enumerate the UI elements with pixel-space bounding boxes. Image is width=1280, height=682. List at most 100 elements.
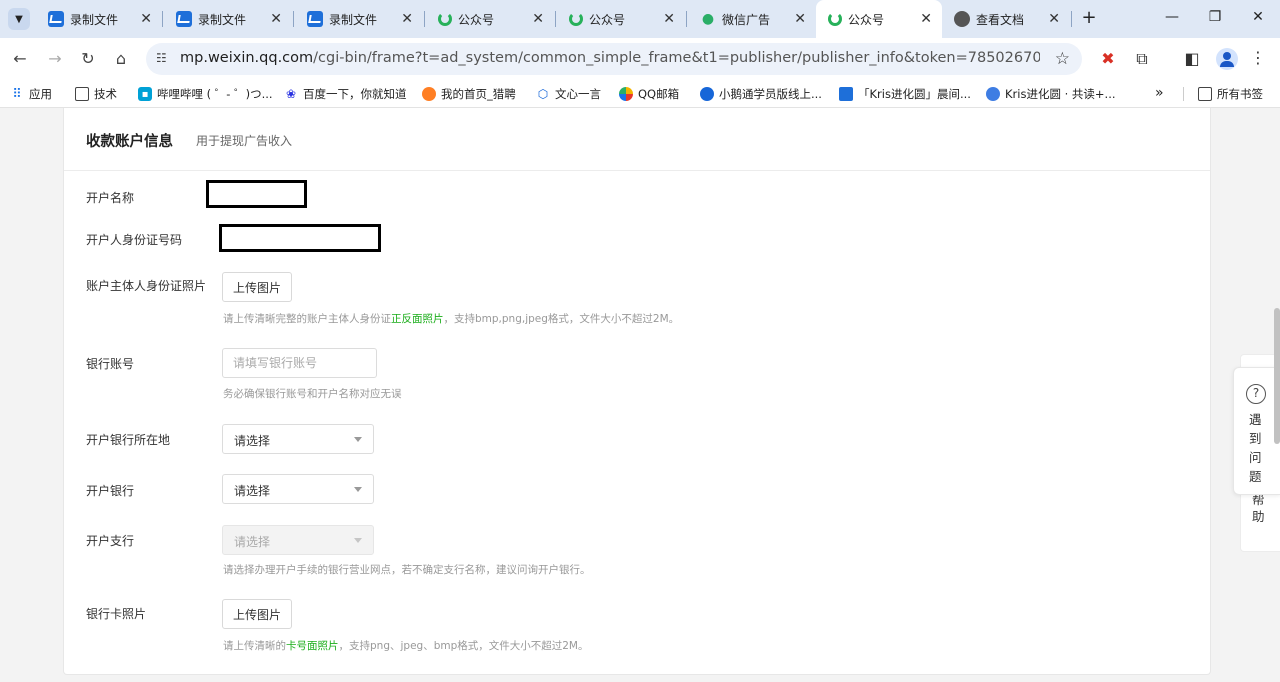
bookmarks-overflow-icon[interactable]: » (1155, 85, 1164, 101)
bilibili-icon: ▪ (138, 87, 152, 101)
bank-account-input[interactable] (222, 348, 377, 378)
bookmark-apps[interactable]: ⠿ 应用 (10, 86, 52, 102)
tab-close-icon[interactable]: ✕ (532, 11, 544, 27)
folder-icon (75, 87, 89, 101)
forward-arrow-icon[interactable]: → (45, 49, 65, 69)
tab-7-active[interactable]: 公众号 ✕ (816, 0, 942, 38)
more-menu-icon[interactable]: ⋮ (1250, 48, 1266, 67)
extension-pinwheel-icon[interactable]: ✖ (1098, 49, 1118, 69)
bookmark-folder-tech[interactable]: 技术 (75, 86, 117, 102)
back-arrow-icon[interactable]: ← (10, 49, 30, 69)
reload-icon[interactable]: ↻ (78, 49, 98, 69)
tab-close-icon[interactable]: ✕ (794, 11, 806, 27)
bank-account-hint: 务必确保银行账号和开户名称对应无误 (223, 388, 402, 400)
tab-6[interactable]: ● 微信广告 ✕ (688, 0, 816, 38)
help-behind-label: 帮助 (1252, 492, 1265, 524)
tab-separator (1071, 11, 1072, 27)
select-value: 请选择 (234, 434, 271, 448)
bookmark-kris-read[interactable]: Kris进化圆 · 共读+... (986, 86, 1116, 102)
profile-avatar-icon[interactable] (1216, 48, 1238, 70)
tab-separator (686, 11, 687, 27)
tab-close-icon[interactable]: ✕ (270, 11, 282, 27)
bookmark-star-icon[interactable]: ☆ (1055, 49, 1070, 69)
baidu-paw-icon: ❀ (285, 87, 297, 101)
green-ring-icon (828, 12, 842, 26)
bookmark-wenxin[interactable]: ⬡ 文心一言 (536, 86, 601, 102)
tab-2[interactable]: 录制文件 ✕ (164, 0, 292, 38)
tab-separator (162, 11, 163, 27)
branch-hint: 请选择办理开户手续的银行营业网点，若不确定支行名称，建议问询开户银行。 (223, 564, 591, 576)
address-bar[interactable]: ☷ mp.weixin.qq.com/cgi-bin/frame?t=ad_sy… (146, 43, 1082, 75)
site-settings-icon[interactable]: ☷ (156, 51, 172, 67)
id-photo-hint: 请上传清晰完整的账户主体人身份证正反面照片，支持bmp,png,jpeg格式，文… (223, 313, 680, 325)
liepin-icon (422, 87, 436, 101)
id-number-value-redacted (219, 224, 381, 252)
tab-5[interactable]: 公众号 ✕ (557, 0, 685, 38)
id-photo-label: 账户主体人身份证照片 (86, 279, 207, 293)
wechat-icon: ● (701, 11, 715, 27)
page-viewport: 收款账户信息 用于提现广告收入 开户名称 开户人身份证号码 账户主体人身份证照片… (0, 108, 1280, 682)
tab-close-icon[interactable]: ✕ (663, 11, 675, 27)
card-photo-label: 银行卡照片 (86, 607, 147, 621)
blue-app-icon (307, 11, 323, 27)
payee-account-card: 收款账户信息 用于提现广告收入 开户名称 开户人身份证号码 账户主体人身份证照片… (63, 108, 1211, 675)
bookmark-xiaoe[interactable]: 小鹅通学员版线上... (700, 86, 822, 102)
bookmark-liepin[interactable]: 我的首页_猎聘 (422, 86, 516, 102)
tab-strip: ▼ 录制文件 ✕ 录制文件 ✕ 录制文件 ✕ 公众号 ✕ 公众号 ✕ ● 微信广… (0, 0, 1280, 38)
kris-icon (986, 87, 1000, 101)
blue-app-icon (176, 11, 192, 27)
help-label: 遇到问题 (1249, 412, 1262, 484)
tab-close-icon[interactable]: ✕ (920, 11, 932, 27)
tab-title: 录制文件 (198, 12, 247, 27)
caret-down-icon (354, 538, 362, 543)
bookmark-baidu[interactable]: ❀ 百度一下，你就知道 (284, 86, 407, 102)
bookmarks-separator (1183, 87, 1184, 101)
tab-search-chevron-icon[interactable]: ▼ (8, 8, 30, 30)
bookmark-bilibili[interactable]: ▪ 哔哩哔哩 ( ゜- ゜)つ... (138, 86, 273, 102)
green-ring-icon (569, 12, 583, 26)
cube-icon: ⬡ (537, 87, 549, 101)
upload-card-photo-button[interactable]: 上传图片 (222, 599, 292, 629)
toolbar: ← → ↻ ⌂ ☷ mp.weixin.qq.com/cgi-bin/frame… (0, 38, 1280, 80)
tab-3[interactable]: 录制文件 ✕ (295, 0, 423, 38)
tab-4[interactable]: 公众号 ✕ (426, 0, 554, 38)
page-scrollbar-thumb[interactable] (1274, 308, 1280, 444)
account-name-value-redacted (206, 180, 307, 208)
folder-icon (1198, 87, 1212, 101)
help-float-button[interactable]: ? 遇到问题 (1233, 367, 1280, 495)
extensions-puzzle-icon[interactable]: ⧉ (1132, 49, 1152, 69)
tab-title: 微信广告 (722, 12, 771, 27)
home-icon[interactable]: ⌂ (111, 49, 131, 69)
tab-title: 公众号 (848, 12, 885, 27)
bank-select[interactable]: 请选择 (222, 474, 374, 504)
bank-location-select[interactable]: 请选择 (222, 424, 374, 454)
card-header: 收款账户信息 用于提现广告收入 (64, 108, 1210, 171)
restore-icon[interactable]: ❐ (1205, 9, 1225, 25)
tab-title: 录制文件 (329, 12, 378, 27)
page-title: 收款账户信息 (86, 134, 173, 150)
window-close-icon[interactable]: ✕ (1248, 9, 1268, 25)
tab-1[interactable]: 录制文件 ✕ (36, 0, 162, 38)
green-ring-icon (438, 12, 452, 26)
side-panel-icon[interactable]: ◧ (1182, 49, 1202, 69)
bank-label: 开户银行 (86, 484, 135, 498)
caret-down-icon (354, 487, 362, 492)
tab-separator (424, 11, 425, 27)
question-circle-icon: ? (1246, 384, 1266, 404)
tab-close-icon[interactable]: ✕ (1048, 11, 1060, 27)
tab-8[interactable]: 查看文档 ✕ (942, 0, 1070, 38)
bookmarks-bar: ⠿ 应用 技术 ▪ 哔哩哔哩 ( ゜- ゜)つ... ❀ 百度一下，你就知道 我… (0, 80, 1280, 108)
tab-close-icon[interactable]: ✕ (140, 11, 152, 27)
xiaoe-icon (700, 87, 714, 101)
apps-grid-icon: ⠿ (12, 86, 22, 102)
all-bookmarks[interactable]: 所有书签 (1198, 86, 1263, 102)
new-tab-icon[interactable]: + (1078, 8, 1100, 30)
account-name-label: 开户名称 (86, 191, 135, 205)
url-text[interactable]: mp.weixin.qq.com/cgi-bin/frame?t=ad_syst… (180, 50, 1040, 66)
minimize-icon[interactable]: — (1162, 9, 1182, 25)
bookmark-qqmail[interactable]: QQ邮箱 (619, 86, 679, 102)
globe-icon (954, 11, 970, 27)
tab-close-icon[interactable]: ✕ (401, 11, 413, 27)
bookmark-kris-morning[interactable]: 「Kris进化圆」晨间... (839, 86, 971, 102)
upload-id-photo-button[interactable]: 上传图片 (222, 272, 292, 302)
